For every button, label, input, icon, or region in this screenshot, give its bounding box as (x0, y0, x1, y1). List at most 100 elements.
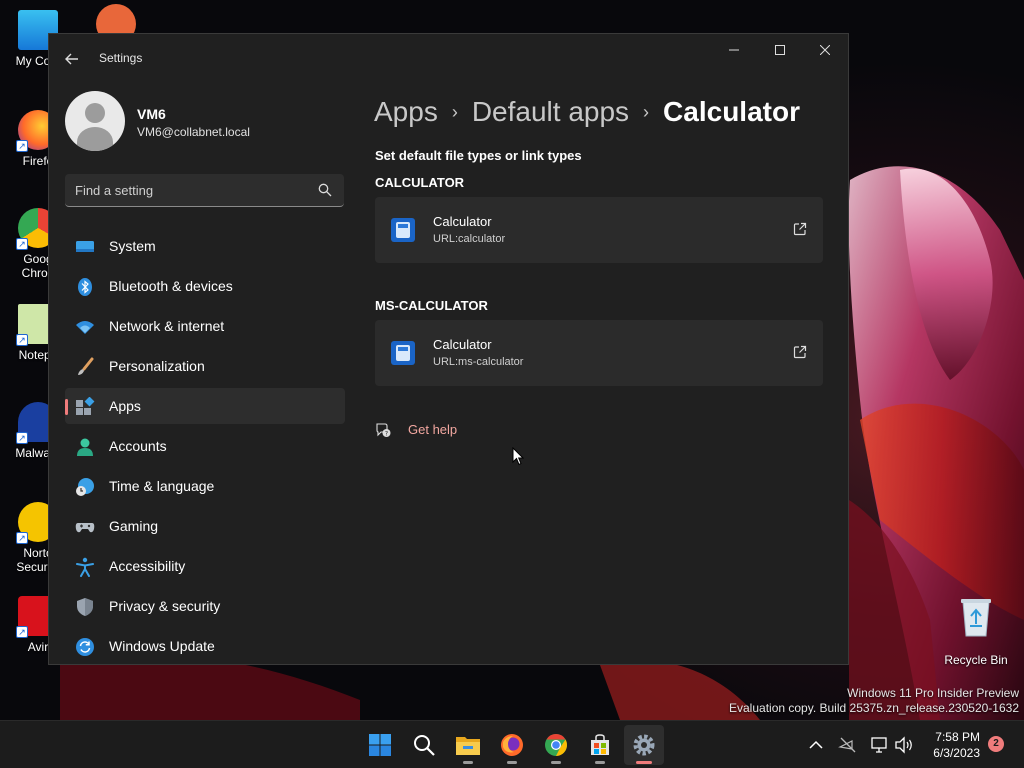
app-url: URL:ms-calculator (433, 356, 524, 368)
sidebar-item-label: Gaming (109, 518, 159, 534)
update-icon (76, 638, 94, 656)
app-url: URL:calculator (433, 233, 506, 245)
sidebar-item-label: Windows Update (109, 638, 215, 654)
search-box[interactable] (65, 174, 344, 207)
taskbar-firefox[interactable] (492, 725, 532, 765)
watermark-build: Evaluation copy. Build 25375.zn_release.… (729, 701, 1019, 715)
sidebar-item-label: Accounts (109, 438, 167, 454)
group-title-ms-calculator: MS-CALCULATOR (375, 298, 488, 313)
calculator-app-icon (391, 218, 415, 242)
close-icon (820, 45, 830, 55)
person-icon (77, 438, 93, 456)
store-icon (591, 734, 609, 755)
sidebar-item-accessibility[interactable]: Accessibility (65, 548, 345, 584)
app-name: Calculator (433, 214, 492, 229)
window-title: Settings (99, 51, 143, 65)
sidebar-item-privacy-security[interactable]: Privacy & security (65, 588, 345, 624)
network-disconnected-icon[interactable] (838, 735, 858, 755)
page-title: Calculator (663, 96, 800, 127)
open-external-icon[interactable] (793, 345, 807, 359)
minimize-button[interactable] (711, 34, 757, 66)
search-icon[interactable] (318, 183, 332, 197)
chevron-up-icon[interactable] (806, 735, 826, 755)
start-icon (369, 734, 391, 756)
sidebar-item-label: Apps (109, 398, 141, 414)
open-external-icon[interactable] (793, 222, 807, 236)
sidebar-item-windows-update[interactable]: Windows Update (65, 628, 345, 664)
user-email: VM6@collabnet.local (137, 125, 250, 139)
watermark-edition: Windows 11 Pro Insider Preview (847, 686, 1019, 700)
settings-icon (633, 734, 655, 756)
title-bar[interactable]: Settings (49, 34, 848, 82)
sidebar-item-label: Network & internet (109, 318, 225, 334)
bluetooth-icon (78, 278, 92, 296)
default-app-card-calculator[interactable]: Calculator URL:calculator (375, 197, 823, 263)
get-help-label: Get help (408, 422, 458, 437)
sidebar-item-bluetooth[interactable]: Bluetooth & devices (65, 268, 345, 304)
file-explorer-icon (456, 737, 480, 755)
svg-text:?: ? (385, 430, 388, 437)
close-button[interactable] (802, 34, 848, 66)
desktop-icon-recycle-bin[interactable]: Recycle Bin (943, 596, 1009, 667)
arrow-left-icon (65, 53, 78, 65)
sidebar-item-apps[interactable]: Apps (65, 388, 345, 424)
sidebar-item-label: Privacy & security (109, 598, 221, 614)
sidebar-nav: System Bluetooth & devices Network & int… (65, 228, 345, 664)
speaker-icon[interactable] (894, 735, 914, 755)
recycle-bin-icon (961, 599, 991, 637)
sidebar-item-accounts[interactable]: Accounts (65, 428, 345, 464)
breadcrumb-apps[interactable]: Apps (374, 96, 438, 128)
gamepad-icon (75, 523, 95, 533)
taskbar-settings[interactable] (624, 725, 664, 765)
taskbar-chrome[interactable] (536, 725, 576, 765)
maximize-icon (775, 45, 785, 55)
sidebar-item-gaming[interactable]: Gaming (65, 508, 345, 544)
notification-badge[interactable]: 2 (988, 736, 1004, 752)
app-name: Calculator (433, 337, 492, 352)
group-title-calculator: CALCULATOR (375, 175, 465, 190)
taskbar-store[interactable] (580, 725, 620, 765)
taskbar-file-explorer[interactable] (448, 725, 488, 765)
clock-time: 7:58 PM (935, 730, 980, 744)
calculator-app-icon (391, 341, 415, 365)
clock-globe-icon (76, 478, 94, 496)
settings-window: Settings VM6 VM6@collabnet.local System … (48, 33, 849, 665)
brush-icon (78, 357, 94, 375)
taskbar-clock[interactable]: 7:58 PM 6/3/2023 (924, 729, 980, 761)
sidebar-item-label: Personalization (109, 358, 205, 374)
search-icon (414, 735, 435, 756)
shield-icon (77, 598, 93, 616)
clock-date: 6/3/2023 (933, 746, 980, 760)
wifi-icon (76, 321, 94, 334)
taskbar-start-button[interactable] (360, 725, 400, 765)
breadcrumb-default-apps[interactable]: Default apps (472, 96, 629, 128)
apps-icon (76, 397, 95, 415)
chrome-icon (545, 734, 567, 756)
monitor-network-icon[interactable] (870, 735, 890, 755)
accessibility-icon (76, 557, 94, 577)
back-button[interactable] (61, 48, 83, 70)
user-name: VM6 (137, 106, 166, 122)
sidebar-item-system[interactable]: System (65, 228, 345, 264)
breadcrumb-separator-icon: › (643, 101, 650, 122)
sidebar-item-network[interactable]: Network & internet (65, 308, 345, 344)
sidebar-item-label: Time & language (109, 478, 215, 494)
sidebar-item-label: System (109, 238, 156, 254)
sidebar-item-personalization[interactable]: Personalization (65, 348, 345, 384)
section-subtitle: Set default file types or link types (375, 148, 582, 163)
sidebar-item-label: Bluetooth & devices (109, 278, 233, 294)
maximize-button[interactable] (757, 34, 803, 66)
default-app-card-ms-calculator[interactable]: Calculator URL:ms-calculator (375, 320, 823, 386)
desktop-icon-label: Avir (27, 640, 49, 654)
breadcrumb-separator-icon: › (451, 101, 458, 122)
help-chat-icon: ? (376, 423, 391, 437)
mouse-cursor-icon (512, 447, 524, 466)
sidebar-item-label: Accessibility (109, 558, 186, 574)
system-icon (76, 241, 94, 252)
taskbar-search-button[interactable] (404, 725, 444, 765)
sidebar-item-time-language[interactable]: Time & language (65, 468, 345, 504)
search-input[interactable] (65, 174, 305, 206)
recycle-bin-label: Recycle Bin (944, 653, 1008, 667)
avatar (65, 91, 125, 151)
firefox-icon (501, 734, 523, 756)
